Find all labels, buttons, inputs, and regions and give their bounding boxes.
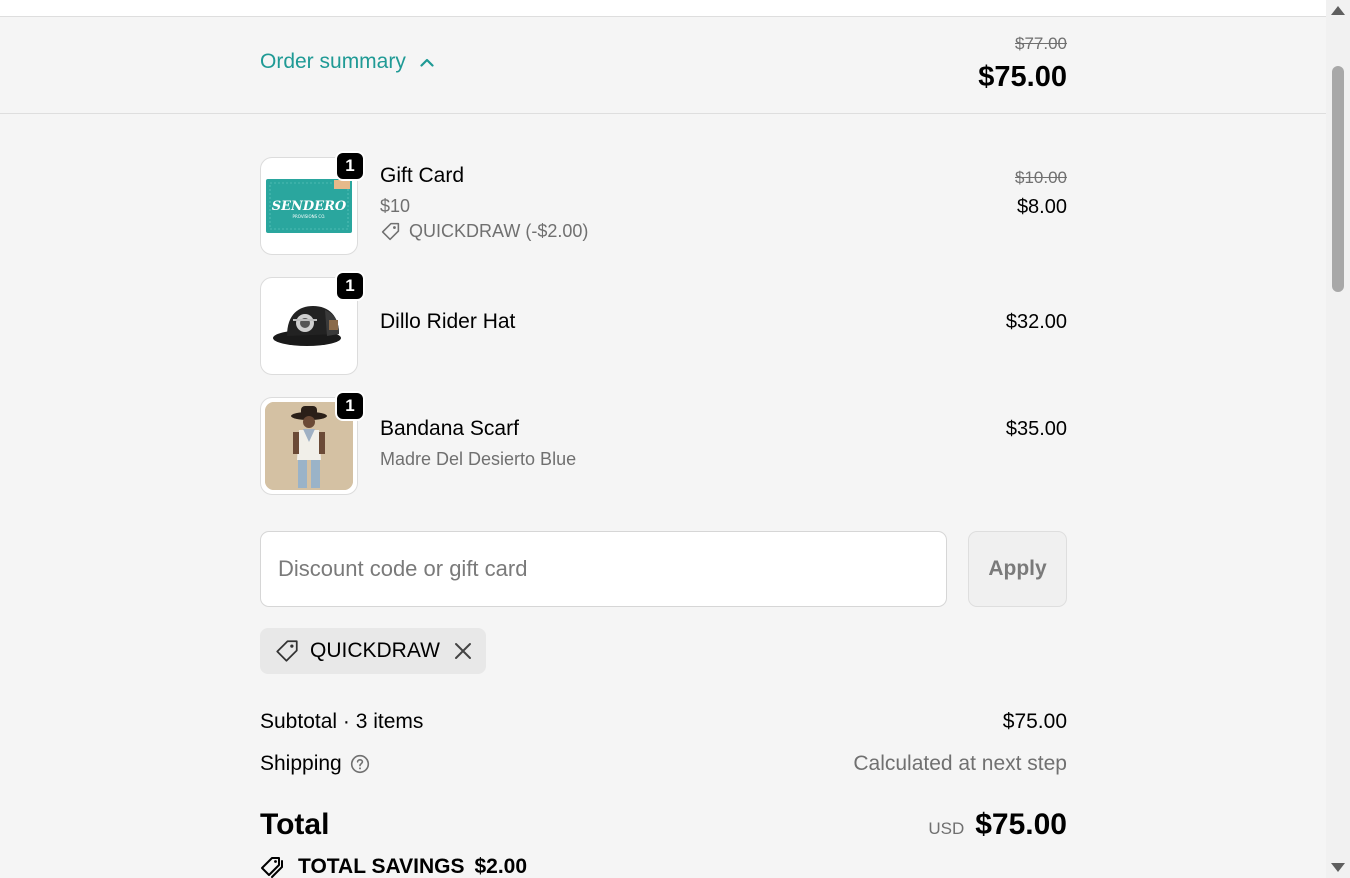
applied-discount-code: QUICKDRAW (310, 639, 440, 662)
item-name: Dillo Rider Hat (380, 310, 516, 333)
item-discount-label: QUICKDRAW (-$2.00) (409, 221, 589, 241)
product-thumbnail: SENDERO PROVISIONS CO. 1 (260, 151, 365, 255)
applied-discount-chip: QUICKDRAW (260, 628, 486, 674)
item-price: $35.00 (1005, 418, 1067, 440)
line-item-bandana-scarf: 1 Bandana Scarf Madre Del Desierto Blue … (260, 391, 1067, 495)
tags-icon (261, 857, 283, 878)
item-price: $8.00 (1016, 196, 1067, 218)
svg-text:SENDERO: SENDERO (272, 199, 347, 214)
close-icon (454, 643, 471, 659)
product-thumbnail: 1 (260, 271, 365, 375)
help-icon[interactable] (350, 754, 370, 774)
total-value: $75.00 (975, 808, 1067, 841)
item-name: Bandana Scarf (380, 417, 519, 440)
item-discount: QUICKDRAW (-$2.00) (380, 221, 588, 242)
total-label: Total (260, 808, 330, 841)
quantity-badge: 1 (335, 271, 365, 301)
currency-code: USD (928, 819, 965, 838)
savings-value: $2.00 (474, 855, 528, 878)
total-value-group: USD $75.00 (928, 808, 1067, 842)
line-item-gift-card: SENDERO PROVISIONS CO. 1 Gift Card $10 Q… (260, 151, 1067, 255)
apply-discount-button[interactable]: Apply (968, 531, 1067, 607)
header-total: $75.00 (978, 61, 1067, 93)
product-thumbnail: 1 (260, 391, 365, 495)
scrollbar[interactable] (1326, 0, 1350, 878)
item-variant: Madre Del Desierto Blue (380, 449, 577, 469)
shipping-value: Calculated at next step (853, 752, 1067, 775)
header-compare-total: $77.00 (1015, 34, 1067, 53)
order-summary-toggle[interactable]: Order summary (260, 50, 434, 74)
quantity-badge: 1 (335, 151, 365, 181)
order-summary-header[interactable]: Order summary $77.00 $75.00 (0, 17, 1326, 114)
shipping-row: Shipping Calculated at next step (260, 752, 1067, 782)
shipping-label: Shipping (260, 752, 342, 775)
savings-label: TOTAL SAVINGS (298, 855, 465, 878)
order-summary-content: SENDERO PROVISIONS CO. 1 Gift Card $10 Q… (0, 114, 1326, 878)
scroll-up-arrow-icon[interactable] (1331, 6, 1345, 15)
chevron-up-icon (420, 58, 434, 67)
subtotal-row: Subtotal · 3 items $75.00 (260, 710, 1067, 740)
tag-icon (276, 640, 298, 662)
discount-code-input[interactable] (260, 531, 947, 607)
subtotal-label: Subtotal · 3 items (260, 710, 424, 733)
item-original-price: $10.00 (1015, 168, 1067, 187)
item-price: $32.00 (1005, 311, 1067, 333)
subtotal-value: $75.00 (1002, 710, 1067, 733)
total-row: Total USD $75.00 (260, 808, 1067, 848)
scrollbar-thumb[interactable] (1332, 66, 1344, 292)
order-summary-label[interactable]: Order summary (260, 50, 406, 74)
tag-icon (381, 222, 400, 241)
total-savings: TOTAL SAVINGS $2.00 (260, 854, 527, 878)
scroll-down-arrow-icon[interactable] (1331, 863, 1345, 872)
shipping-label-group: Shipping (260, 752, 370, 776)
quantity-badge: 1 (335, 391, 365, 421)
svg-text:PROVISIONS CO.: PROVISIONS CO. (293, 214, 326, 219)
item-name: Gift Card (380, 164, 465, 187)
top-strip (0, 0, 1326, 17)
remove-discount-button[interactable] (454, 642, 472, 660)
line-item-dillo-rider-hat: 1 Dillo Rider Hat $32.00 (260, 271, 1067, 375)
item-variant: $10 (380, 196, 411, 216)
